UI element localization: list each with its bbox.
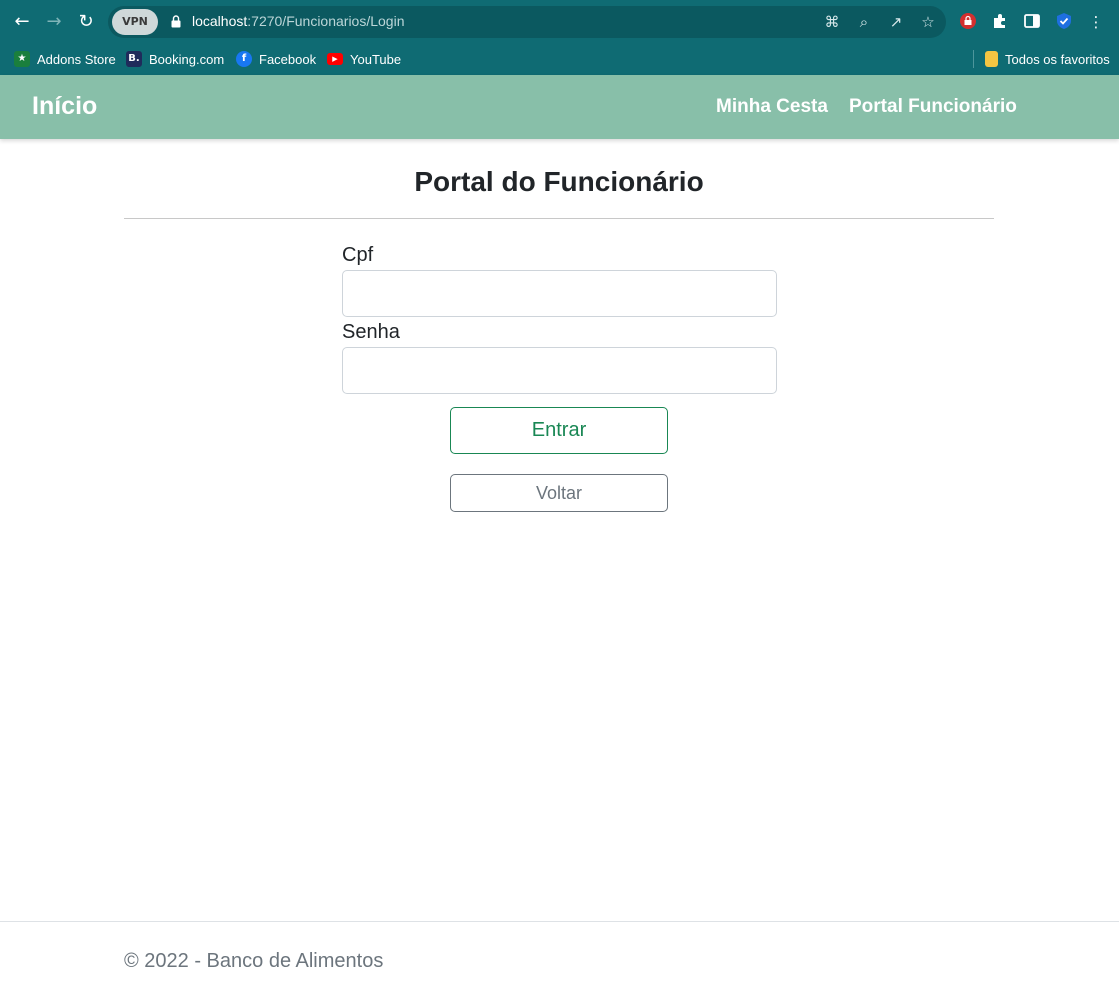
bookmark-label: YouTube [350, 51, 402, 67]
bookmark-label: Booking.com [149, 51, 225, 67]
bookmarks-divider [973, 50, 974, 68]
booking-icon: B. [126, 51, 142, 67]
folder-icon [985, 51, 998, 67]
footer-divider [0, 921, 1119, 922]
side-panel-icon[interactable] [1022, 12, 1042, 32]
browser-toolbar: ← → ↻ VPN localhost:7270/Funcionarios/Lo… [0, 0, 1119, 44]
cpf-label: Cpf [342, 244, 374, 266]
puzzle-icon[interactable] [990, 12, 1010, 32]
app-navbar: Início Minha Cesta Portal Funcionário [0, 75, 1119, 139]
bookmark-label: Todos os favoritos [1005, 51, 1110, 67]
page-title: Portal do Funcionário [414, 166, 704, 197]
share-icon[interactable]: ↗ [886, 12, 906, 32]
vpn-icon[interactable]: VPN [112, 9, 158, 35]
back-arrow-icon[interactable]: ← [10, 10, 34, 34]
shield-check-icon[interactable] [1054, 12, 1074, 32]
translate-icon[interactable]: ⌘ [822, 12, 842, 32]
footer-copyright: © 2022 - Banco de Alimentos [124, 950, 384, 972]
addons-icon: ★ [14, 51, 30, 67]
url-host: localhost [192, 13, 248, 29]
bookmarks-bar: ★ Addons Store B. Booking.com f Facebook… [0, 44, 1119, 75]
bookmark-facebook[interactable]: f Facebook [236, 49, 316, 69]
reload-icon[interactable]: ↻ [74, 10, 98, 34]
nav-link-minha-cesta[interactable]: Minha Cesta [716, 96, 828, 118]
bookmark-addons-store[interactable]: ★ Addons Store [14, 49, 116, 69]
youtube-icon: ▶ [327, 53, 343, 65]
bookmark-label: Addons Store [37, 51, 116, 67]
cpf-input[interactable] [342, 270, 777, 317]
bookmark-label: Facebook [259, 51, 317, 67]
bookmark-booking[interactable]: B. Booking.com [126, 49, 224, 69]
senha-input[interactable] [342, 347, 777, 394]
extension-lock-icon[interactable] [958, 12, 978, 32]
kebab-menu-icon[interactable]: ⋮ [1086, 12, 1106, 32]
voltar-button[interactable]: Voltar [450, 474, 668, 512]
forward-arrow-icon[interactable]: → [42, 10, 66, 34]
bookmark-youtube[interactable]: ▶ YouTube [327, 49, 401, 69]
bookmark-star-icon[interactable]: ☆ [918, 12, 938, 32]
nav-link-portal-funcionario[interactable]: Portal Funcionário [849, 96, 1017, 118]
brand-home-link[interactable]: Início [32, 92, 97, 121]
zoom-icon[interactable]: ⌕ [854, 12, 874, 32]
bookmark-all-favorites[interactable]: Todos os favoritos [985, 49, 1110, 69]
address-bar[interactable]: VPN localhost:7270/Funcionarios/Login ⌘ … [108, 6, 946, 38]
title-divider [124, 218, 994, 219]
url-path: :7270/Funcionarios/Login [247, 13, 405, 29]
lock-icon[interactable] [171, 15, 181, 28]
entrar-button[interactable]: Entrar [450, 407, 668, 454]
facebook-icon: f [236, 51, 252, 67]
url-text[interactable]: localhost:7270/Funcionarios/Login [192, 13, 405, 29]
senha-label: Senha [342, 321, 400, 343]
